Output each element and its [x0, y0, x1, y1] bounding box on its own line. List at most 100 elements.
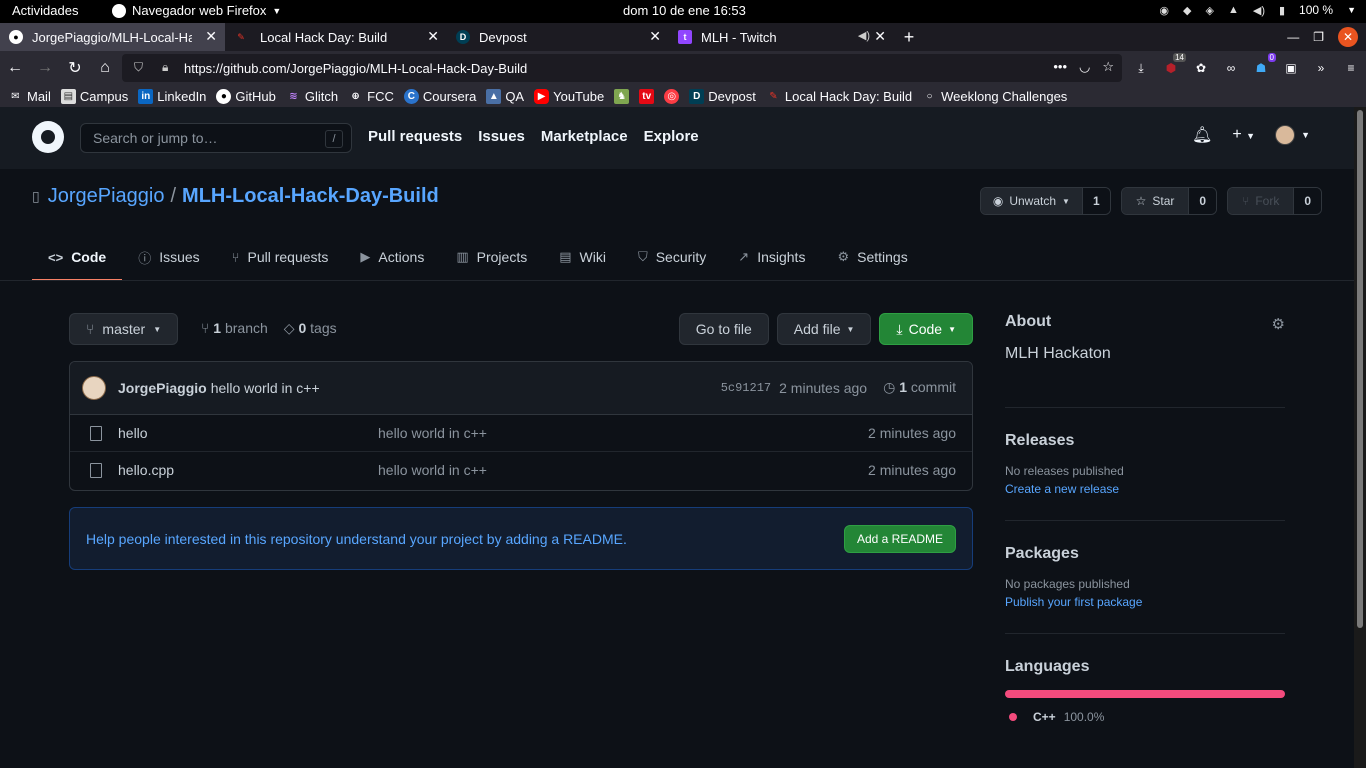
watch-count[interactable]: 1	[1081, 188, 1110, 214]
bookmark-tv[interactable]: tv	[639, 88, 655, 104]
file-commit-message[interactable]: hello world in c++	[378, 425, 487, 441]
commit-message[interactable]: hello world in c++	[211, 380, 320, 396]
app-menu[interactable]: Navegador web Firefox ▼	[112, 3, 281, 18]
go-to-file-button[interactable]: Go to file	[678, 313, 769, 345]
tags-link[interactable]: ◇ 0 tags	[284, 320, 337, 337]
bookmark-mail[interactable]: ✉ Mail	[8, 89, 51, 104]
star-button[interactable]: ☆ Star	[1121, 188, 1189, 214]
maximize-icon[interactable]: ❐	[1313, 30, 1324, 44]
commit-count-link[interactable]: ◷ 1 commit	[883, 379, 956, 396]
fork-button[interactable]: ⑂ Fork	[1228, 188, 1294, 214]
tab-issues[interactable]: ⓘ Issues	[122, 233, 215, 281]
releases-title[interactable]: Releases	[1005, 432, 1285, 450]
tab-local-hack-day[interactable]: ✎ Local Hack Day: Build ✕	[225, 23, 447, 51]
bookmark-glitch[interactable]: ≋ Glitch	[286, 89, 338, 104]
clock[interactable]: dom 10 de ene 16:53	[623, 3, 746, 18]
file-name-link[interactable]: hello	[118, 425, 148, 441]
bookmark-chess[interactable]: ♞	[614, 88, 630, 104]
add-readme-button[interactable]: Add a README	[843, 525, 956, 553]
bookmark-star-icon[interactable]: ☆	[1102, 59, 1114, 75]
repo-name-link[interactable]: MLH-Local-Hack-Day-Build	[182, 185, 439, 208]
forward-arrow-icon[interactable]: →	[30, 59, 60, 77]
extension-glasses-icon[interactable]: ∞	[1222, 59, 1240, 77]
add-file-button[interactable]: Add file ▼	[776, 313, 872, 345]
nav-explore[interactable]: Explore	[644, 128, 699, 145]
branch-select-button[interactable]: ⑂ master ▼	[69, 313, 179, 345]
minimize-icon[interactable]: —	[1287, 30, 1299, 44]
bookmark-weeklong[interactable]: ○ Weeklong Challenges	[922, 89, 1068, 104]
bookmark-linkedin[interactable]: in LinkedIn	[138, 88, 206, 104]
avatar[interactable]	[82, 376, 106, 400]
file-commit-message[interactable]: hello world in c++	[378, 462, 487, 478]
bookmark-campus[interactable]: ▤ Campus	[60, 88, 128, 104]
repo-owner-link[interactable]: JorgePiaggio	[48, 185, 165, 208]
download-icon[interactable]: ⤓	[1132, 59, 1150, 77]
tab-actions[interactable]: ▶ Actions	[344, 233, 440, 281]
star-count[interactable]: 0	[1188, 188, 1217, 214]
nav-marketplace[interactable]: Marketplace	[541, 128, 628, 145]
branches-link[interactable]: ⑂ 1 branch	[201, 320, 268, 337]
bookmark-fcc[interactable]: ⊕ FCC	[348, 89, 393, 104]
packages-title[interactable]: Packages	[1005, 545, 1285, 563]
tab-insights[interactable]: ↗ Insights	[722, 233, 821, 281]
more-actions-icon[interactable]: •••	[1053, 59, 1067, 75]
page-scrollbar-thumb[interactable]	[1357, 110, 1363, 628]
code-download-button[interactable]: ⤓ Code ▼	[879, 313, 973, 345]
commit-author[interactable]: JorgePiaggio	[118, 380, 207, 396]
tab-security[interactable]: ⛉ Security	[622, 233, 722, 281]
user-menu[interactable]: ▼	[1275, 125, 1310, 145]
bell-icon[interactable]: 🔔︎	[1192, 125, 1212, 145]
fork-count[interactable]: 0	[1293, 188, 1321, 214]
lock-icon[interactable]: 🔒︎	[162, 60, 168, 75]
github-logo-icon[interactable]	[32, 121, 64, 153]
tab-code[interactable]: <> Code	[32, 233, 123, 281]
bookmark-youtube[interactable]: ▶ YouTube	[534, 88, 604, 104]
close-icon[interactable]: ✕	[874, 28, 886, 45]
new-tab-button[interactable]: +	[894, 23, 924, 51]
file-name-link[interactable]: hello.cpp	[118, 462, 174, 478]
hamburger-menu-icon[interactable]: ≡	[1342, 59, 1360, 77]
commit-sha[interactable]: 5c91217	[721, 381, 771, 395]
close-icon[interactable]: ✕	[649, 28, 661, 45]
tab-devpost[interactable]: D Devpost ✕	[447, 23, 669, 51]
back-arrow-icon[interactable]: ←	[0, 59, 30, 77]
url-text[interactable]: https://github.com/JorgePiaggio/MLH-Loca…	[184, 61, 527, 76]
tab-projects[interactable]: ▥ Projects	[440, 233, 543, 281]
system-tray[interactable]: ◉ ◆ ◈ ▲ ◀) ▮ 100 % ▼	[1159, 3, 1356, 17]
ublock-icon[interactable]: ⬢ 14	[1162, 53, 1186, 77]
tab-settings[interactable]: ⚙ Settings	[821, 233, 923, 281]
bookmark-coursera[interactable]: C Coursera	[403, 88, 476, 104]
speaker-mute-icon[interactable]: ◀)	[858, 29, 870, 42]
nav-issues[interactable]: Issues	[478, 128, 525, 145]
pocket-icon[interactable]: ◡	[1079, 59, 1090, 75]
create-release-link[interactable]: Create a new release	[1005, 482, 1285, 496]
extension-bee-icon[interactable]: ✿	[1192, 59, 1210, 77]
gear-icon[interactable]: ⚙	[1272, 315, 1285, 333]
tab-twitch[interactable]: t MLH - Twitch ◀) ✕	[669, 23, 894, 51]
close-icon[interactable]: ✕	[427, 28, 439, 45]
window-close-icon[interactable]: ✕	[1338, 27, 1358, 47]
tab-github-repo[interactable]: ● JorgePiaggio/MLH-Local-Hack-Day-Build …	[0, 23, 225, 51]
tab-wiki[interactable]: ▤ Wiki	[543, 233, 622, 281]
bookmark-devpost[interactable]: D Devpost	[689, 88, 756, 104]
tab-pull-requests[interactable]: ⑂ Pull requests	[216, 233, 345, 281]
create-new-menu[interactable]: + ▼	[1232, 126, 1255, 144]
search-input[interactable]: Search or jump to… /	[80, 123, 352, 153]
bookmark-music[interactable]: ◎	[664, 88, 680, 104]
language-item[interactable]: C++ 100.0%	[1005, 710, 1285, 724]
bookmark-qa[interactable]: ▲ QA	[486, 88, 524, 104]
overflow-menu-icon[interactable]: »	[1312, 59, 1330, 77]
reload-icon[interactable]: ↻	[60, 58, 90, 78]
bookmark-github[interactable]: ● GitHub	[216, 88, 276, 104]
close-icon[interactable]: ✕	[205, 28, 217, 45]
nav-pull-requests[interactable]: Pull requests	[368, 128, 462, 145]
home-icon[interactable]: ⌂	[90, 59, 120, 77]
url-bar[interactable]: ⛉ 🔒︎ https://github.com/JorgePiaggio/MLH…	[122, 54, 1122, 82]
publish-package-link[interactable]: Publish your first package	[1005, 595, 1285, 609]
extension-box-icon[interactable]: ▣	[1282, 59, 1300, 77]
tracking-shield-icon[interactable]: ⛉	[134, 60, 143, 75]
unwatch-button[interactable]: ◉ Unwatch ▼	[980, 188, 1082, 214]
extension-ghost-icon[interactable]: ☗ 0	[1252, 53, 1276, 77]
activities-button[interactable]: Actividades	[12, 3, 78, 18]
bookmark-local-hack-day[interactable]: ✎ Local Hack Day: Build	[766, 89, 912, 104]
